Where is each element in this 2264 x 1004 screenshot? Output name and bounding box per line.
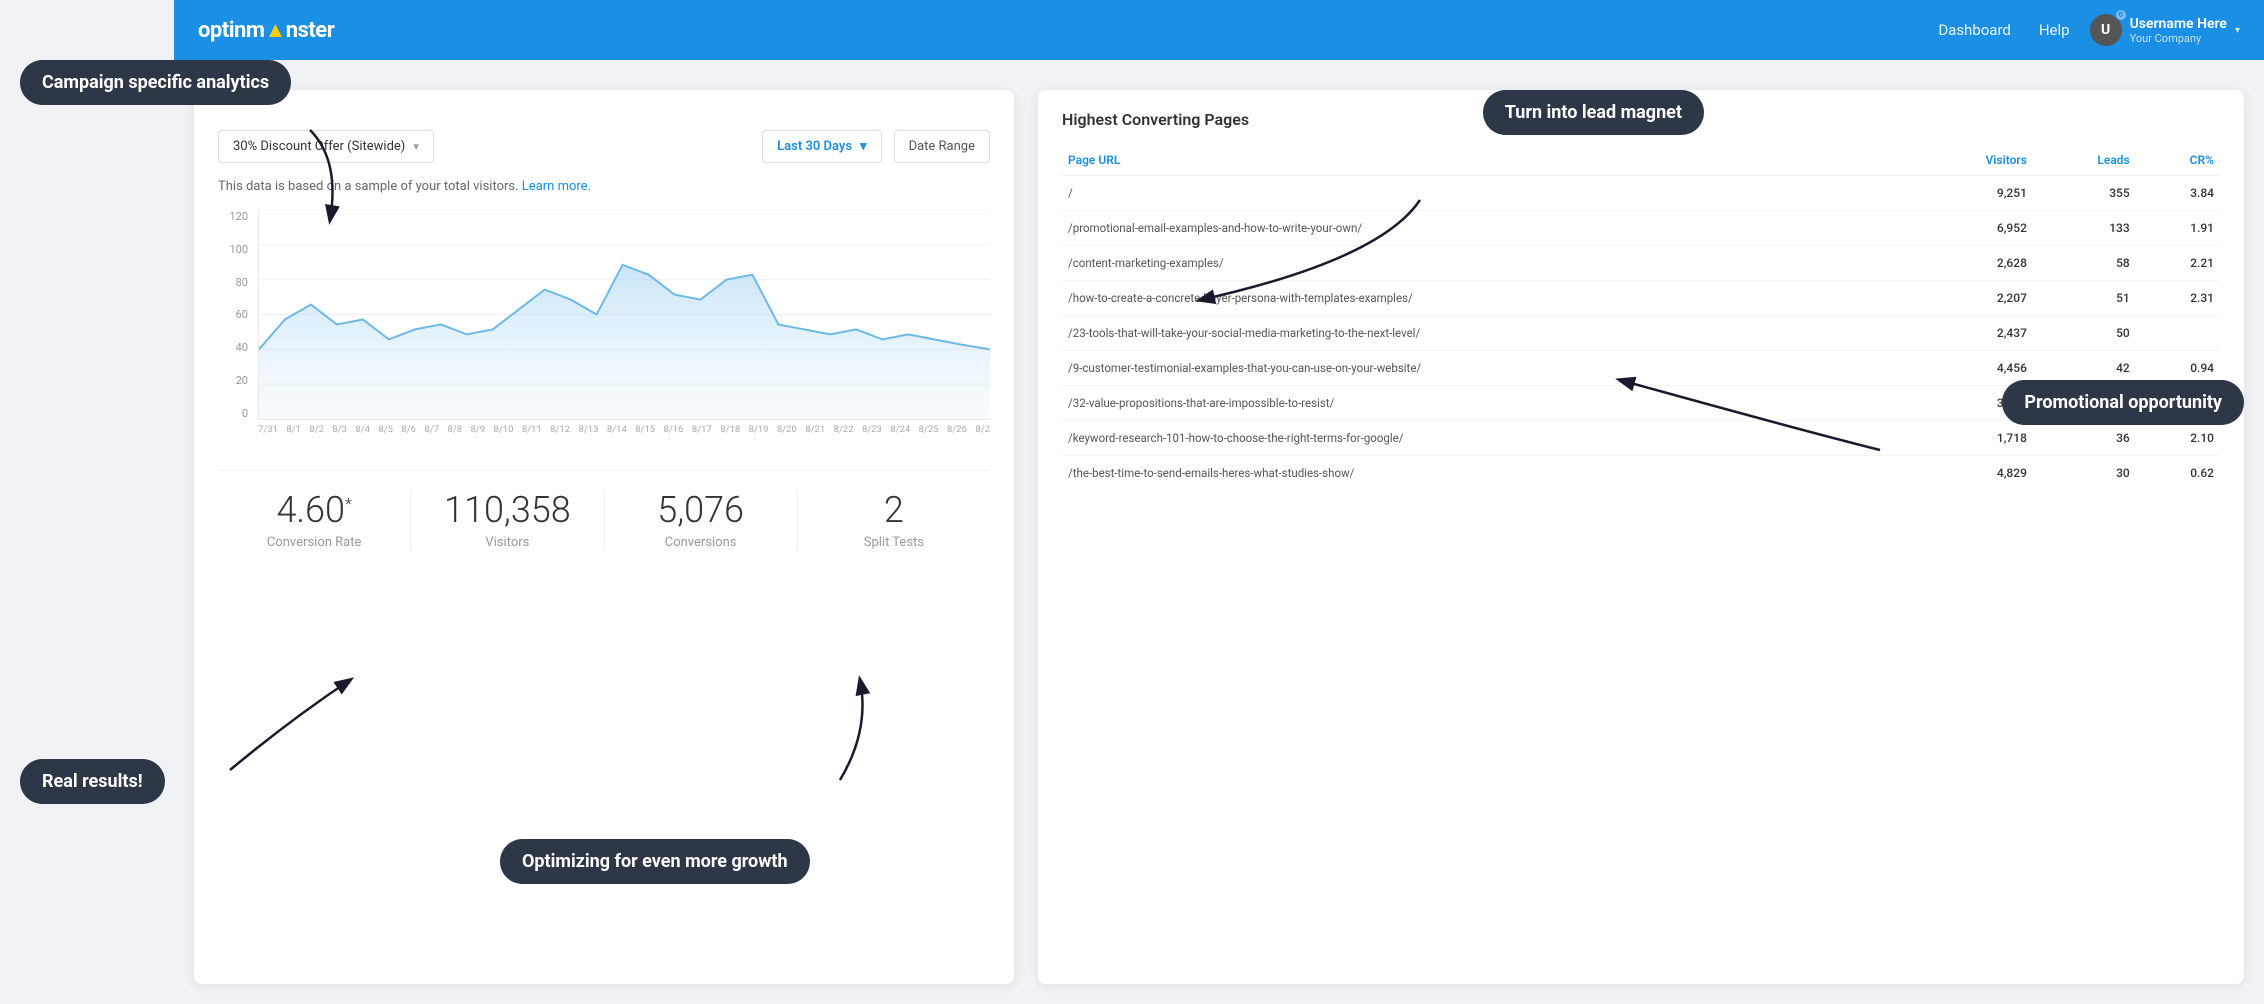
table-cell-url: / xyxy=(1062,176,1909,211)
chart-svg-area xyxy=(258,210,990,420)
converting-pages-table: Page URL Visitors Leads CR% / 9,251 355 … xyxy=(1062,145,2220,490)
company-name: Your Company xyxy=(2130,32,2227,45)
table-cell-leads: 355 xyxy=(2033,176,2136,211)
table-row: /content-marketing-examples/ 2,628 58 2.… xyxy=(1062,246,2220,281)
notification-badge: 0 xyxy=(2116,10,2126,20)
date-select[interactable]: Last 30 Days ▾ xyxy=(762,130,881,163)
callout-lead-magnet: Turn into lead magnet xyxy=(1483,90,1704,135)
table-row: /keyword-research-101-how-to-choose-the-… xyxy=(1062,421,2220,456)
stats-row: 4.60* Conversion Rate 110,358 Visitors 5… xyxy=(218,470,990,550)
table-cell-url: /content-marketing-examples/ xyxy=(1062,246,1909,281)
user-menu[interactable]: U 0 Username Here Your Company ▾ xyxy=(2090,14,2240,46)
table-row: /23-tools-that-will-take-your-social-med… xyxy=(1062,316,2220,351)
table-cell-url: /the-best-time-to-send-emails-heres-what… xyxy=(1062,456,1909,491)
callout-campaign: Campaign specific analytics xyxy=(20,60,291,105)
avatar: U 0 xyxy=(2090,14,2122,46)
table-cell-visitors: 6,952 xyxy=(1909,211,2033,246)
chevron-down-icon: ▾ xyxy=(860,139,867,154)
table-cell-visitors: 2,628 xyxy=(1909,246,2033,281)
table-cell-cr xyxy=(2136,316,2220,351)
table-cell-url: /23-tools-that-will-take-your-social-med… xyxy=(1062,316,1909,351)
table-cell-url: /how-to-create-a-concrete-buyer-persona-… xyxy=(1062,281,1909,316)
chevron-down-icon: ▾ xyxy=(413,140,419,153)
table-cell-leads: 30 xyxy=(2033,456,2136,491)
col-header-url: Page URL xyxy=(1062,145,1909,176)
table-cell-leads: 50 xyxy=(2033,316,2136,351)
table-cell-leads: 58 xyxy=(2033,246,2136,281)
sample-note: This data is based on a sample of your t… xyxy=(218,179,990,194)
table-cell-url: /promotional-email-examples-and-how-to-w… xyxy=(1062,211,1909,246)
table-row: /how-to-create-a-concrete-buyer-persona-… xyxy=(1062,281,2220,316)
stat-conversions: 5,076 Conversions xyxy=(605,491,798,550)
table-cell-cr: 2.21 xyxy=(2136,246,2220,281)
stat-visitors: 110,358 Visitors xyxy=(411,491,604,550)
table-cell-visitors: 2,437 xyxy=(1909,316,2033,351)
navbar: optinm▲nster Dashboard Help U 0 Username… xyxy=(174,0,2264,60)
col-header-cr: CR% xyxy=(2136,145,2220,176)
nav-links: Dashboard Help xyxy=(1938,21,2069,39)
campaign-select[interactable]: 30% Discount Offer (Sitewide) ▾ xyxy=(218,130,434,163)
nav-dashboard[interactable]: Dashboard xyxy=(1938,21,2011,39)
table-cell-url: /keyword-research-101-how-to-choose-the-… xyxy=(1062,421,1909,456)
table-cell-cr: 1.91 xyxy=(2136,211,2220,246)
y-axis: 120 100 80 60 40 20 0 xyxy=(218,210,254,420)
username: Username Here xyxy=(2130,16,2227,32)
stat-conversion-rate: 4.60* Conversion Rate xyxy=(218,491,411,550)
table-cell-url: /9-customer-testimonial-examples-that-yo… xyxy=(1062,351,1909,386)
nav-help[interactable]: Help xyxy=(2039,21,2070,39)
table-cell-leads: 51 xyxy=(2033,281,2136,316)
table-row: /the-best-time-to-send-emails-heres-what… xyxy=(1062,456,2220,491)
content-area: 30% Discount Offer (Sitewide) ▾ Last 30 … xyxy=(174,70,2264,1004)
table-cell-cr: 3.84 xyxy=(2136,176,2220,211)
table-cell-visitors: 1,718 xyxy=(1909,421,2033,456)
analytics-chart: 120 100 80 60 40 20 0 xyxy=(218,210,990,450)
table-cell-visitors: 9,251 xyxy=(1909,176,2033,211)
table-cell-leads: 36 xyxy=(2033,421,2136,456)
callout-promotional: Promotional opportunity xyxy=(2002,380,2244,425)
callout-optimizing: Optimizing for even more growth xyxy=(500,839,810,884)
filter-row: 30% Discount Offer (Sitewide) ▾ Last 30 … xyxy=(218,130,990,163)
avatar-initial: U xyxy=(2101,22,2110,38)
table-cell-cr: 2.31 xyxy=(2136,281,2220,316)
date-range-button[interactable]: Date Range xyxy=(894,130,990,163)
table-cell-visitors: 4,829 xyxy=(1909,456,2033,491)
table-cell-cr: 2.10 xyxy=(2136,421,2220,456)
stat-split-tests: 2 Split Tests xyxy=(798,491,990,550)
table-row: / 9,251 355 3.84 xyxy=(1062,176,2220,211)
callout-real-results: Real results! xyxy=(20,759,165,804)
col-header-leads: Leads xyxy=(2033,145,2136,176)
table-cell-cr: 0.62 xyxy=(2136,456,2220,491)
table-cell-url: /32-value-propositions-that-are-impossib… xyxy=(1062,386,1909,421)
chevron-down-icon: ▾ xyxy=(2235,25,2240,36)
x-axis: 7/31 8/1 8/2 8/3 8/4 8/5 8/6 8/7 8/8 8/9… xyxy=(258,424,990,450)
table-cell-leads: 133 xyxy=(2033,211,2136,246)
learn-more-link[interactable]: Learn more. xyxy=(522,179,591,194)
table-row: /promotional-email-examples-and-how-to-w… xyxy=(1062,211,2220,246)
col-header-visitors: Visitors xyxy=(1909,145,2033,176)
table-cell-visitors: 4,456 xyxy=(1909,351,2033,386)
user-info: Username Here Your Company xyxy=(2130,16,2227,45)
logo: optinm▲nster xyxy=(198,17,334,43)
table-panel: Highest Converting Pages Page URL Visito… xyxy=(1038,90,2244,984)
table-cell-visitors: 2,207 xyxy=(1909,281,2033,316)
